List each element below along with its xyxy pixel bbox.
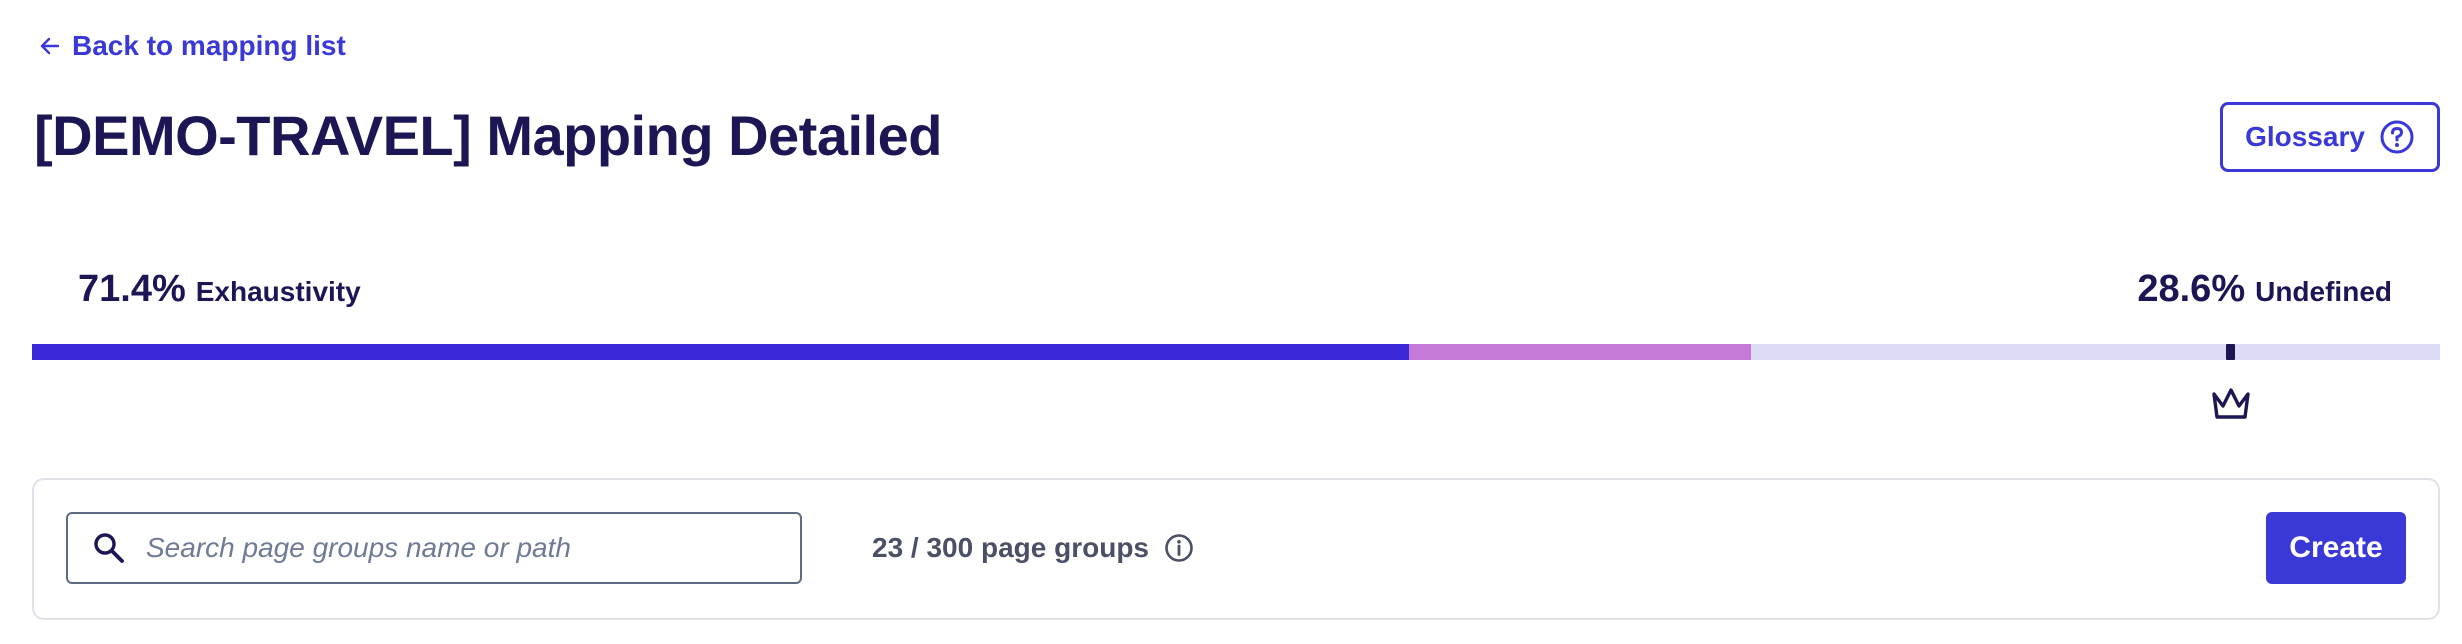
search-box[interactable] <box>66 512 802 584</box>
page-groups-toolbar: 23 / 300 page groups Create <box>32 478 2440 620</box>
undefined-label: Undefined <box>2255 276 2392 307</box>
back-link-label: Back to mapping list <box>72 30 346 61</box>
undefined-stat: 28.6% Undefined <box>2137 268 2392 311</box>
help-circle-icon <box>2380 120 2414 154</box>
page-groups-count: 23 / 300 page groups <box>872 532 1195 564</box>
search-input[interactable] <box>146 532 766 564</box>
info-icon[interactable] <box>1163 532 1195 564</box>
glossary-button-label: Glossary <box>2245 121 2365 152</box>
progress-segment-exhaustivity-secondary <box>1409 344 1752 360</box>
arrow-left-icon <box>40 37 60 55</box>
page-groups-count-text: 23 / 300 page groups <box>872 532 1149 563</box>
search-icon <box>94 533 124 563</box>
back-to-mapping-list-link[interactable]: Back to mapping list <box>38 30 346 62</box>
exhaustivity-progress-bar <box>32 344 2440 360</box>
create-button[interactable]: Create <box>2266 512 2406 584</box>
crown-icon <box>2211 388 2250 419</box>
undefined-percent: 28.6% <box>2137 268 2246 310</box>
exhaustivity-stat: 71.4% Exhaustivity <box>78 268 361 311</box>
page-title: [DEMO-TRAVEL] Mapping Detailed <box>34 104 942 167</box>
progress-segment-exhaustivity-main <box>32 344 1410 360</box>
exhaustivity-percent: 71.4% <box>78 268 186 310</box>
target-marker <box>2226 344 2235 360</box>
exhaustivity-label: Exhaustivity <box>195 276 361 307</box>
glossary-button[interactable]: Glossary <box>2220 102 2440 172</box>
